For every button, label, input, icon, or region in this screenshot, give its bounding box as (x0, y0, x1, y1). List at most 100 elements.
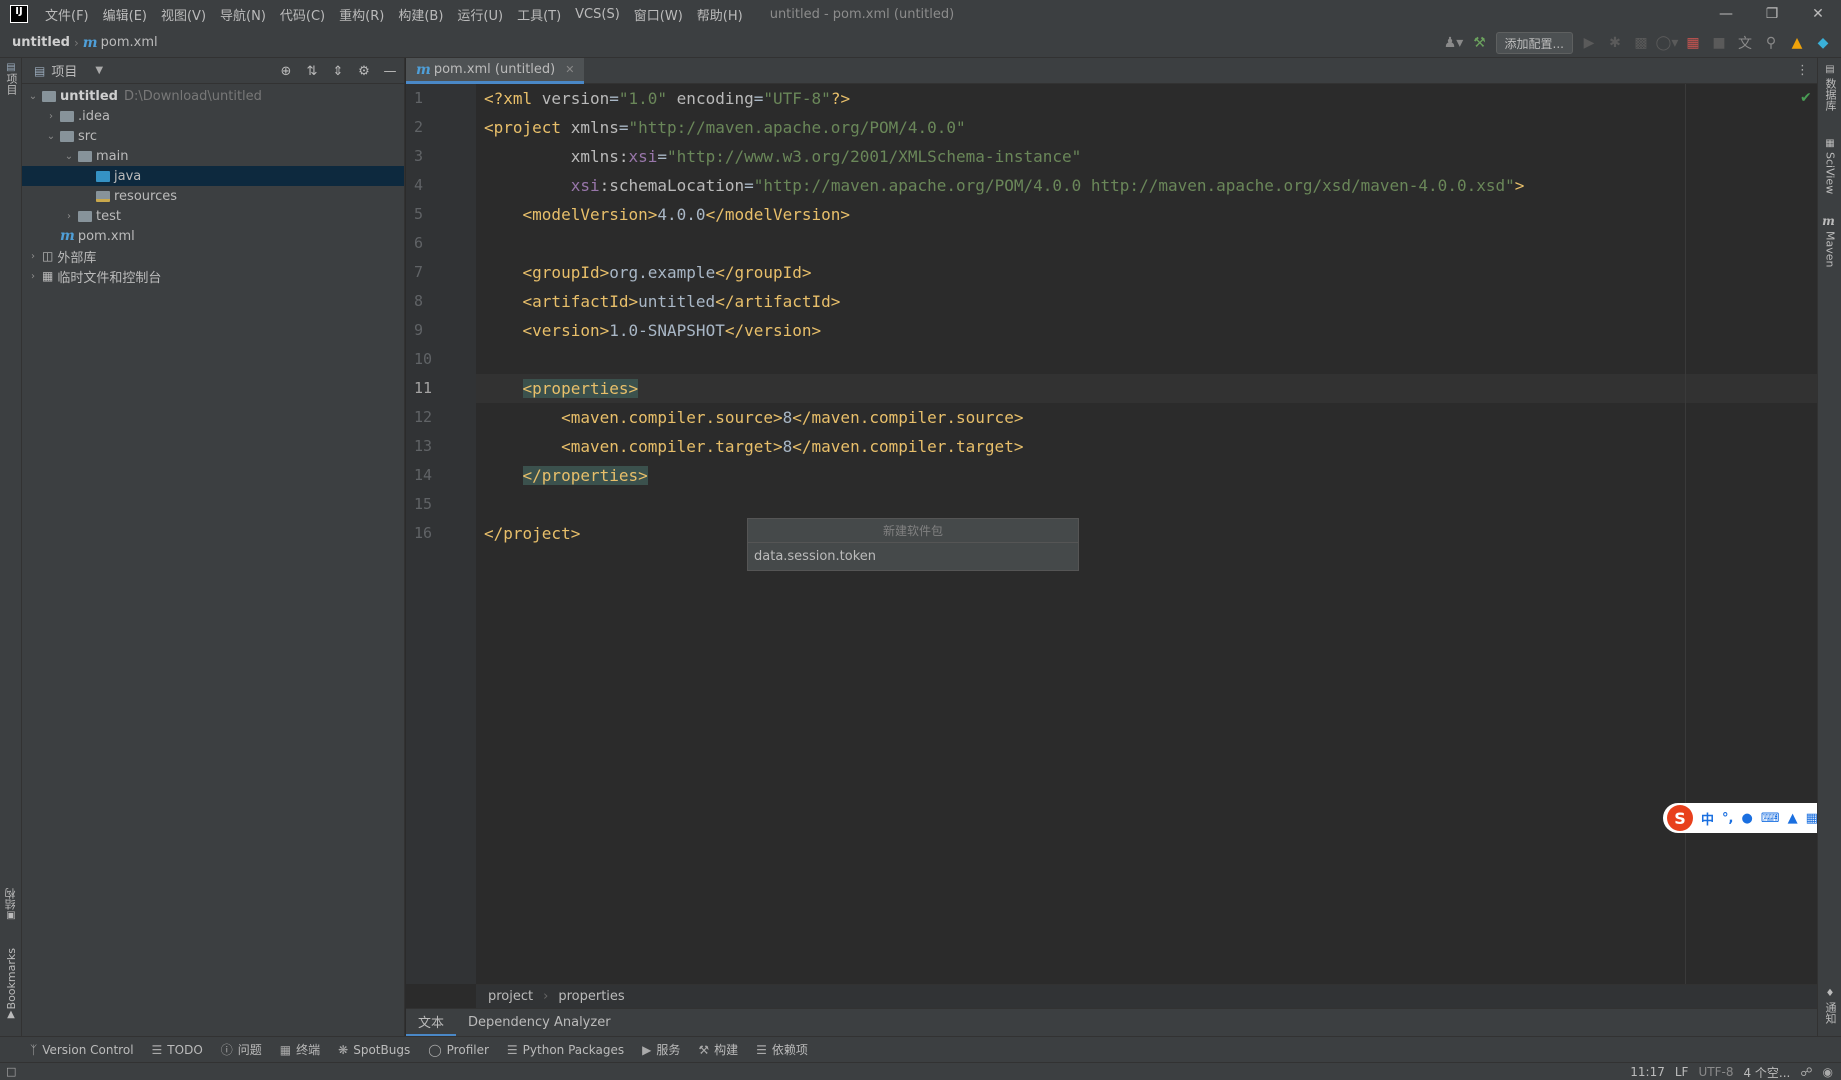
debug-icon[interactable]: ✱ (1605, 33, 1625, 53)
stripe-database-button[interactable]: ▤ 数据库 (1818, 64, 1841, 111)
tool-terminal[interactable]: ▦ 终端 (280, 1041, 320, 1058)
chevron-down-icon[interactable]: ▼ (95, 65, 103, 76)
tool-todo[interactable]: ☰ TODO (152, 1043, 203, 1057)
minimize-icon[interactable]: — (1703, 0, 1749, 28)
skin-icon[interactable]: ▲ (1788, 811, 1798, 826)
add-configuration-button[interactable]: 添加配置... (1495, 32, 1573, 54)
line-separator[interactable]: LF (1675, 1065, 1689, 1079)
locate-icon[interactable]: ⊕ (278, 64, 294, 79)
chevron-right-icon[interactable]: › (26, 271, 40, 282)
menu-view[interactable]: 视图(V) (154, 5, 213, 24)
menu-window[interactable]: 窗口(W) (627, 5, 690, 24)
keyboard-icon[interactable]: ⌨ (1761, 811, 1780, 826)
breadcrumb-project[interactable]: project (488, 989, 533, 1004)
breadcrumb-properties[interactable]: properties (558, 989, 624, 1004)
breadcrumb-file[interactable]: pom.xml (101, 35, 158, 50)
tool-spotbugs[interactable]: ❋ SpotBugs (338, 1043, 410, 1057)
chevron-down-icon[interactable]: ⌄ (44, 131, 58, 142)
breadcrumb-project[interactable]: untitled (12, 35, 70, 50)
menu-edit[interactable]: 编辑(E) (96, 5, 154, 24)
line-number: 5 (414, 205, 424, 223)
menu-run[interactable]: 运行(U) (450, 5, 510, 24)
attach-debugger-icon[interactable]: ▦ (1683, 33, 1703, 53)
close-icon[interactable]: ✕ (1795, 0, 1841, 28)
menu-tools[interactable]: 工具(T) (510, 5, 568, 24)
run-icon[interactable]: ▶ (1579, 33, 1599, 53)
maximize-icon[interactable]: ❐ (1749, 0, 1795, 28)
gear-icon[interactable]: ⚙ (356, 64, 372, 79)
intellij-logo-icon[interactable]: IJ (10, 5, 28, 23)
code-line: <?xml version="1.0" encoding="UTF-8"?> (484, 89, 851, 108)
code-line: <maven.compiler.source>8</maven.compiler… (561, 408, 1024, 427)
stripe-maven-button[interactable]: m Maven (1818, 214, 1841, 267)
chevron-right-icon[interactable]: › (26, 251, 40, 262)
stripe-project-button[interactable]: ▤ 项目 (0, 62, 22, 95)
project-panel-title[interactable]: 项目 (51, 61, 77, 80)
tool-build[interactable]: ⚒ 构建 (698, 1041, 738, 1058)
tree-item-test[interactable]: › test (22, 206, 404, 226)
tree-item-src[interactable]: ⌄ src (22, 126, 404, 146)
line-number: 8 (414, 292, 424, 310)
tree-item-untitled[interactable]: ⌄ untitled D:\Download\untitled (22, 86, 404, 106)
profile-icon[interactable]: ◯▾ (1656, 33, 1679, 53)
hide-icon[interactable]: — (382, 64, 398, 79)
tool-profiler[interactable]: ◯ Profiler (428, 1043, 489, 1057)
translate-icon[interactable]: 文 (1735, 33, 1755, 53)
status-bar: □ 11:17 LF UTF-8 4 个空... ☍ ◉ (0, 1062, 1841, 1080)
tree-item-scratches[interactable]: › ▦ 临时文件和控制台 (22, 266, 404, 286)
toggle-tool-windows-icon[interactable]: □ (6, 1065, 16, 1078)
chevron-right-icon[interactable]: › (62, 211, 76, 222)
jetbrains-toolbox-icon[interactable]: ◆ (1813, 33, 1833, 53)
editor-tab-pom[interactable]: m pom.xml (untitled) ✕ (406, 58, 585, 84)
tree-item-java[interactable]: java (22, 166, 404, 186)
build-hammer-icon[interactable]: ⚒ (1470, 33, 1490, 53)
punctuation-icon[interactable]: °, (1722, 811, 1733, 826)
menu-help[interactable]: 帮助(H) (690, 5, 750, 24)
microphone-icon[interactable]: ● (1741, 811, 1752, 826)
menu-refactor[interactable]: 重构(R) (332, 5, 391, 24)
search-icon[interactable]: ⚲ (1761, 33, 1781, 53)
chevron-right-icon[interactable]: › (44, 111, 58, 122)
ime-language[interactable]: 中 (1701, 809, 1714, 828)
tree-item-resources[interactable]: resources (22, 186, 404, 206)
menu-build[interactable]: 构建(B) (391, 5, 450, 24)
caret-position[interactable]: 11:17 (1630, 1065, 1665, 1079)
code-editor[interactable]: <?xml version="1.0" encoding="UTF-8"?> <… (476, 84, 1817, 984)
expand-all-icon[interactable]: ⇅ (304, 64, 320, 79)
stripe-sciview-button[interactable]: ▦ SciView (1818, 138, 1841, 194)
tool-problems[interactable]: ⓘ 问题 (221, 1041, 262, 1058)
no-problems-check-icon[interactable]: ✔ (1800, 90, 1812, 106)
close-icon[interactable]: ✕ (565, 63, 574, 76)
lock-icon[interactable]: ☍ (1800, 1065, 1812, 1079)
tree-item-idea[interactable]: › .idea (22, 106, 404, 126)
coverage-icon[interactable]: ▩ (1631, 33, 1651, 53)
tab-dependency-analyzer[interactable]: Dependency Analyzer (456, 1009, 623, 1037)
stop-icon[interactable]: ■ (1709, 33, 1729, 53)
tree-item-pom[interactable]: m pom.xml (22, 226, 404, 246)
package-name-input[interactable]: data.session.token (748, 543, 1078, 570)
collapse-all-icon[interactable]: ⇕ (330, 64, 346, 79)
user-icon[interactable]: ♟▾ (1444, 33, 1464, 53)
menu-navigate[interactable]: 导航(N) (213, 5, 273, 24)
sogou-logo-icon[interactable]: S (1667, 805, 1693, 831)
inspection-icon[interactable]: ◉ (1823, 1065, 1833, 1079)
tree-item-external-libraries[interactable]: › ◫ 外部库 (22, 246, 404, 266)
update-icon[interactable]: ▲ (1787, 33, 1807, 53)
tool-dependencies[interactable]: ☰ 依赖项 (756, 1041, 808, 1058)
stripe-bookmarks-button[interactable]: Bookmarks ▲ (0, 948, 22, 1020)
tool-services[interactable]: ▶ 服务 (642, 1041, 680, 1058)
menu-code[interactable]: 代码(C) (273, 5, 332, 24)
stripe-notifications-button[interactable]: ♦ 通知 (1818, 988, 1841, 1024)
tab-text[interactable]: 文本 (406, 1009, 457, 1037)
tool-python-packages[interactable]: ☰ Python Packages (507, 1043, 624, 1057)
more-options-icon[interactable]: ⋮ (1796, 63, 1809, 78)
indent-setting[interactable]: 4 个空... (1743, 1064, 1790, 1080)
menu-file[interactable]: 文件(F) (38, 5, 96, 24)
tool-version-control[interactable]: ᛉ Version Control (30, 1043, 134, 1057)
tree-item-main[interactable]: ⌄ main (22, 146, 404, 166)
chevron-down-icon[interactable]: ⌄ (26, 91, 40, 102)
chevron-down-icon[interactable]: ⌄ (62, 151, 76, 162)
file-encoding[interactable]: UTF-8 (1698, 1065, 1733, 1079)
stripe-structure-button[interactable]: 结构 ▣ (0, 888, 22, 921)
menu-vcs[interactable]: VCS(S) (568, 7, 627, 22)
